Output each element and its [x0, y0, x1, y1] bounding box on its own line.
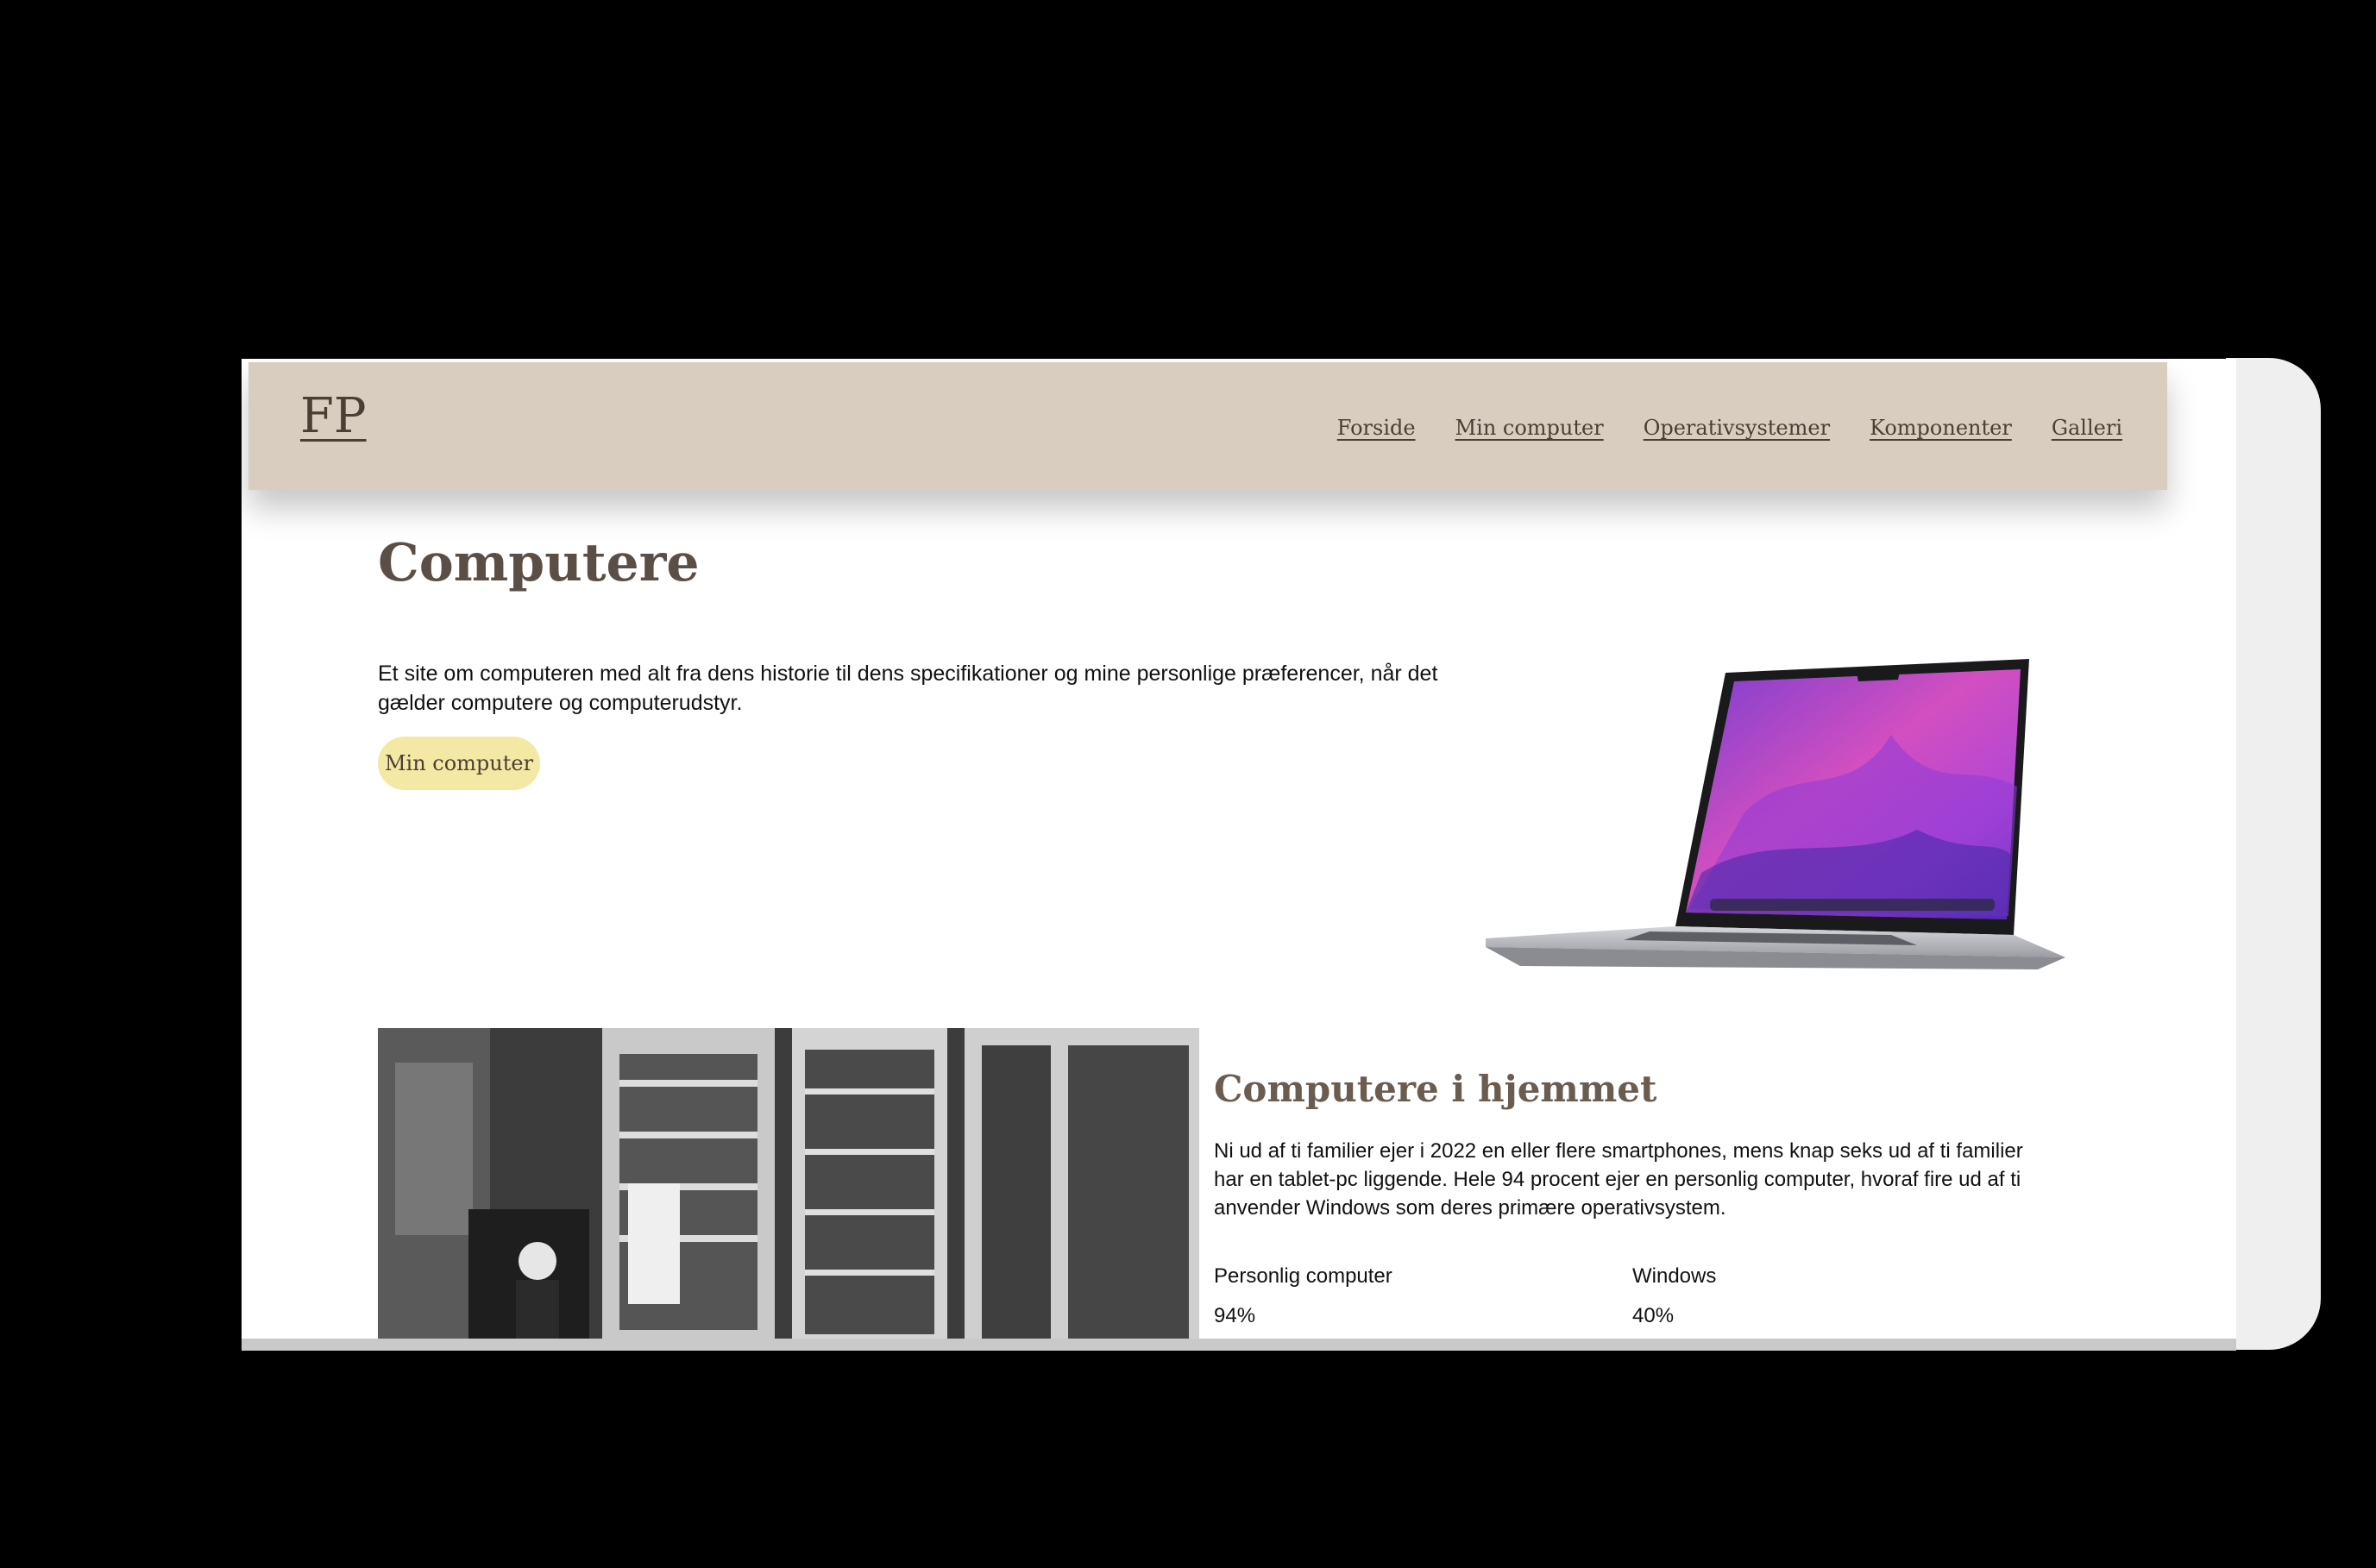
nav-link-galleri[interactable]: Galleri — [2052, 416, 2122, 440]
stat-value: 40% — [1632, 1304, 1675, 1327]
stat-value: 94% — [1214, 1304, 1256, 1327]
page-title: Computere — [378, 533, 700, 593]
stat-personal-computer: Personlig computer 94% — [1214, 1264, 1392, 1328]
nav-link-komponenter[interactable]: Komponenter — [1870, 416, 2012, 440]
site-header: FP Forside Min computer Operativsystemer… — [248, 362, 2167, 490]
intro-text: Et site om computeren med alt fra dens h… — [378, 662, 1438, 715]
nav-link-min-computer[interactable]: Min computer — [1455, 416, 1604, 440]
section-text: Ni ud af ti familier ejer i 2022 en elle… — [1214, 1139, 2023, 1220]
horizontal-scrollbar[interactable] — [242, 1339, 2236, 1351]
stat-label: Personlig computer — [1214, 1264, 1392, 1288]
site-logo[interactable]: FP — [300, 388, 367, 444]
min-computer-button[interactable]: Min computer — [378, 737, 540, 790]
nav-link-forside[interactable]: Forside — [1337, 416, 1416, 440]
main-nav: Forside Min computer Operativsystemer Ko… — [1337, 416, 2122, 440]
mainframe-photo — [378, 1028, 1199, 1351]
web-page: FP Forside Min computer Operativsystemer… — [242, 359, 2236, 1351]
laptop-image — [1486, 659, 2065, 969]
background-panel — [2226, 358, 2321, 1350]
nav-link-operativsystemer[interactable]: Operativsystemer — [1644, 416, 1830, 440]
stat-windows: Windows 40% — [1632, 1264, 1716, 1328]
stat-label: Windows — [1632, 1264, 1717, 1288]
section-title: Computere i hjemmet — [1214, 1068, 1657, 1110]
